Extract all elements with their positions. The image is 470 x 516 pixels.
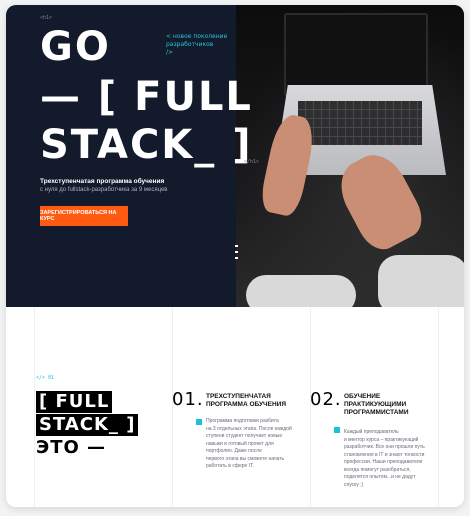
laptop-image: [284, 13, 428, 97]
hero-subline: с нуля до fullstack-разработчика за 9 ме…: [40, 187, 168, 193]
landing-page-card: <h1> GO — [ FULL STACK_ ] </h1> < новое …: [6, 5, 464, 507]
step-body-line: на 3 отдельных этапа. После каждой: [206, 425, 292, 432]
step-body-line: Каждый преподаватель: [344, 429, 399, 435]
step-body-line: профессии. Наши преподаватели: [344, 459, 423, 465]
keyboard-image: [298, 101, 422, 145]
step-number: 02.: [310, 389, 342, 410]
step-title-line: программистами: [344, 409, 409, 416]
step-body-line: поделятся опытом...и не дадут: [344, 474, 416, 480]
step-body-line: первого этапа вы сможете начать: [206, 455, 285, 462]
step-title-line: программа обучения: [206, 401, 286, 408]
step-body-line: разработчик. Все они прошли путь: [344, 444, 425, 450]
step-marker: [334, 427, 340, 433]
about-title-line-3: ЭТО —: [36, 437, 107, 458]
left-sleeve-image: [246, 275, 356, 307]
h1-open-tag: <h1>: [40, 15, 53, 21]
register-button[interactable]: Зарегистрироваться на курс: [40, 206, 128, 226]
about-title-line-2: STACK_ ]: [36, 414, 139, 436]
step-body-line: Программа подготовки разбита: [206, 418, 279, 424]
scroll-indicator-icon[interactable]: [235, 245, 238, 259]
hero-title-line-1: GO: [40, 24, 111, 70]
step-title: Обучение практикующими программистами: [344, 393, 409, 417]
step-title-line: Трехступенчатая: [206, 393, 271, 400]
step-body-line: и ментор курса – практикующий: [344, 436, 419, 443]
comment-line-1: < новое поколение: [166, 33, 228, 40]
comment-line-3: />: [166, 49, 174, 56]
step-title: Трехступенчатая программа обучения: [206, 393, 286, 409]
step-body-line: становления в IT и знают тонкости: [344, 451, 425, 458]
about-title-line-1: [ FULL: [36, 391, 113, 413]
step-body-line: портфолио. Даже после: [206, 448, 262, 454]
right-sleeve-image: [378, 255, 464, 307]
hero-title-line-2: — [ FULL: [40, 74, 253, 120]
hero-section: <h1> GO — [ FULL STACK_ ] </h1> < новое …: [6, 5, 464, 307]
comment-line-2: разработчиков: [166, 41, 214, 48]
step-number: 01.: [172, 389, 204, 410]
h1-close-tag: </h1>: [244, 159, 260, 165]
step-marker: [196, 419, 202, 425]
section-tag: </> 01: [36, 375, 55, 381]
step-body-line: всегда помогут разобраться,: [344, 466, 411, 473]
hero-subhead: Трехступенчатая программа обучения: [40, 178, 165, 185]
hero-title-line-3: STACK_ ]: [40, 122, 253, 168]
hero-comment: < новое поколение разработчиков />: [166, 33, 246, 57]
step-body-line: ступени студент получает новые: [206, 433, 283, 439]
grid-divider: [34, 307, 35, 507]
step-title-line: практикующими: [344, 401, 407, 408]
about-section: </> 01 [ FULL STACK_ ] ЭТО — 01. Трехсту…: [6, 307, 464, 507]
step-body-line: спуску ;): [344, 481, 364, 488]
grid-divider: [438, 307, 439, 507]
step-title-line: Обучение: [344, 393, 381, 400]
step-body: Каждый преподаватель и ментор курса – пр…: [344, 429, 425, 489]
step-body-line: навыки и готовый проект для: [206, 440, 274, 447]
step-body: Программа подготовки разбита на 3 отдель…: [206, 418, 292, 471]
step-body-line: работать в сфере IT.: [206, 463, 254, 469]
